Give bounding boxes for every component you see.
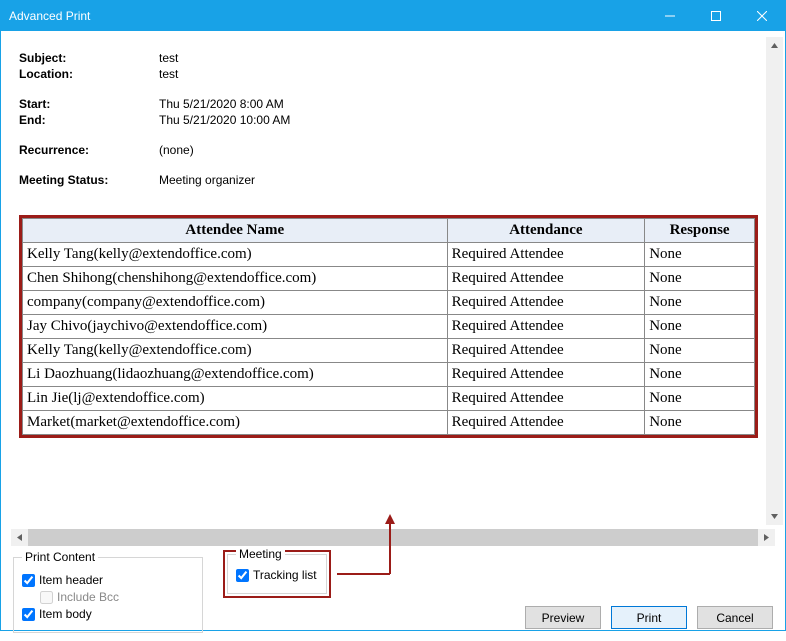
table-cell: Required Attendee — [447, 387, 645, 411]
scroll-down-icon[interactable] — [766, 508, 783, 525]
col-attendance: Attendance — [447, 219, 645, 243]
item-body-label: Item body — [39, 607, 92, 621]
recurrence-value: (none) — [159, 143, 764, 157]
table-cell: Required Attendee — [447, 291, 645, 315]
horizontal-scrollbar[interactable] — [11, 529, 775, 546]
table-cell: company(company@extendoffice.com) — [23, 291, 448, 315]
table-cell: Required Attendee — [447, 315, 645, 339]
item-header-checkbox[interactable]: Item header — [22, 573, 194, 587]
table-cell: None — [645, 243, 755, 267]
item-header-input[interactable] — [22, 574, 35, 587]
table-cell: Jay Chivo(jaychivo@extendoffice.com) — [23, 315, 448, 339]
subject-label: Subject: — [19, 51, 159, 65]
scroll-thumb[interactable] — [28, 529, 758, 546]
table-cell: Kelly Tang(kelly@extendoffice.com) — [23, 339, 448, 363]
end-value: Thu 5/21/2020 10:00 AM — [159, 113, 764, 127]
print-button[interactable]: Print — [611, 606, 687, 629]
close-button[interactable] — [739, 1, 785, 31]
table-cell: Market(market@extendoffice.com) — [23, 411, 448, 435]
print-content-group: Print Content Item header Include Bcc It… — [13, 550, 203, 633]
table-cell: Li Daozhuang(lidaozhuang@extendoffice.co… — [23, 363, 448, 387]
table-row: Kelly Tang(kelly@extendoffice.com)Requir… — [23, 243, 755, 267]
table-row: Jay Chivo(jaychivo@extendoffice.com)Requ… — [23, 315, 755, 339]
bottom-panel: Print Content Item header Include Bcc It… — [1, 546, 785, 641]
scroll-left-icon[interactable] — [11, 529, 28, 546]
subject-value: test — [159, 51, 764, 65]
content-area: Subject: test Location: test Start: Thu … — [1, 31, 785, 529]
table-cell: Required Attendee — [447, 411, 645, 435]
minimize-button[interactable] — [647, 1, 693, 31]
table-row: Li Daozhuang(lidaozhuang@extendoffice.co… — [23, 363, 755, 387]
tracking-list-label: Tracking list — [253, 568, 317, 582]
table-row: Kelly Tang(kelly@extendoffice.com)Requir… — [23, 339, 755, 363]
table-cell: None — [645, 363, 755, 387]
maximize-button[interactable] — [693, 1, 739, 31]
table-row: Lin Jie(lj@extendoffice.com)Required Att… — [23, 387, 755, 411]
print-content-legend: Print Content — [22, 550, 98, 564]
item-body-input[interactable] — [22, 608, 35, 621]
start-label: Start: — [19, 97, 159, 111]
scroll-right-icon[interactable] — [758, 529, 775, 546]
table-cell: None — [645, 315, 755, 339]
table-cell: None — [645, 267, 755, 291]
preview-button[interactable]: Preview — [525, 606, 601, 629]
item-header-label: Item header — [39, 573, 103, 587]
col-response: Response — [645, 219, 755, 243]
meeting-legend: Meeting — [236, 547, 285, 561]
meeting-group-highlight: Meeting Tracking list — [223, 550, 331, 598]
table-cell: Lin Jie(lj@extendoffice.com) — [23, 387, 448, 411]
recurrence-label: Recurrence: — [19, 143, 159, 157]
item-body-checkbox[interactable]: Item body — [22, 607, 194, 621]
location-value: test — [159, 67, 764, 81]
table-cell: None — [645, 411, 755, 435]
meeting-status-value: Meeting organizer — [159, 173, 764, 187]
table-row: Chen Shihong(chenshihong@extendoffice.co… — [23, 267, 755, 291]
cancel-button[interactable]: Cancel — [697, 606, 773, 629]
titlebar: Advanced Print — [1, 1, 785, 31]
scroll-up-icon[interactable] — [766, 37, 783, 54]
end-label: End: — [19, 113, 159, 127]
include-bcc-checkbox: Include Bcc — [40, 590, 194, 604]
tracking-list-checkbox[interactable]: Tracking list — [236, 568, 318, 582]
table-cell: Required Attendee — [447, 339, 645, 363]
table-row: company(company@extendoffice.com)Require… — [23, 291, 755, 315]
table-cell: Required Attendee — [447, 363, 645, 387]
table-cell: None — [645, 339, 755, 363]
table-cell: Kelly Tang(kelly@extendoffice.com) — [23, 243, 448, 267]
vertical-scrollbar[interactable] — [766, 37, 783, 525]
table-cell: None — [645, 291, 755, 315]
meeting-status-label: Meeting Status: — [19, 173, 159, 187]
include-bcc-input — [40, 591, 53, 604]
table-cell: Chen Shihong(chenshihong@extendoffice.co… — [23, 267, 448, 291]
tracking-table-wrap: Attendee Name Attendance Response Kelly … — [19, 215, 758, 438]
location-label: Location: — [19, 67, 159, 81]
col-attendee-name: Attendee Name — [23, 219, 448, 243]
window-title: Advanced Print — [9, 9, 647, 23]
tracking-list-input[interactable] — [236, 569, 249, 582]
table-cell: None — [645, 387, 755, 411]
table-cell: Required Attendee — [447, 243, 645, 267]
table-row: Market(market@extendoffice.com)Required … — [23, 411, 755, 435]
tracking-table: Attendee Name Attendance Response Kelly … — [22, 218, 755, 435]
start-value: Thu 5/21/2020 8:00 AM — [159, 97, 764, 111]
table-cell: Required Attendee — [447, 267, 645, 291]
include-bcc-label: Include Bcc — [57, 590, 119, 604]
